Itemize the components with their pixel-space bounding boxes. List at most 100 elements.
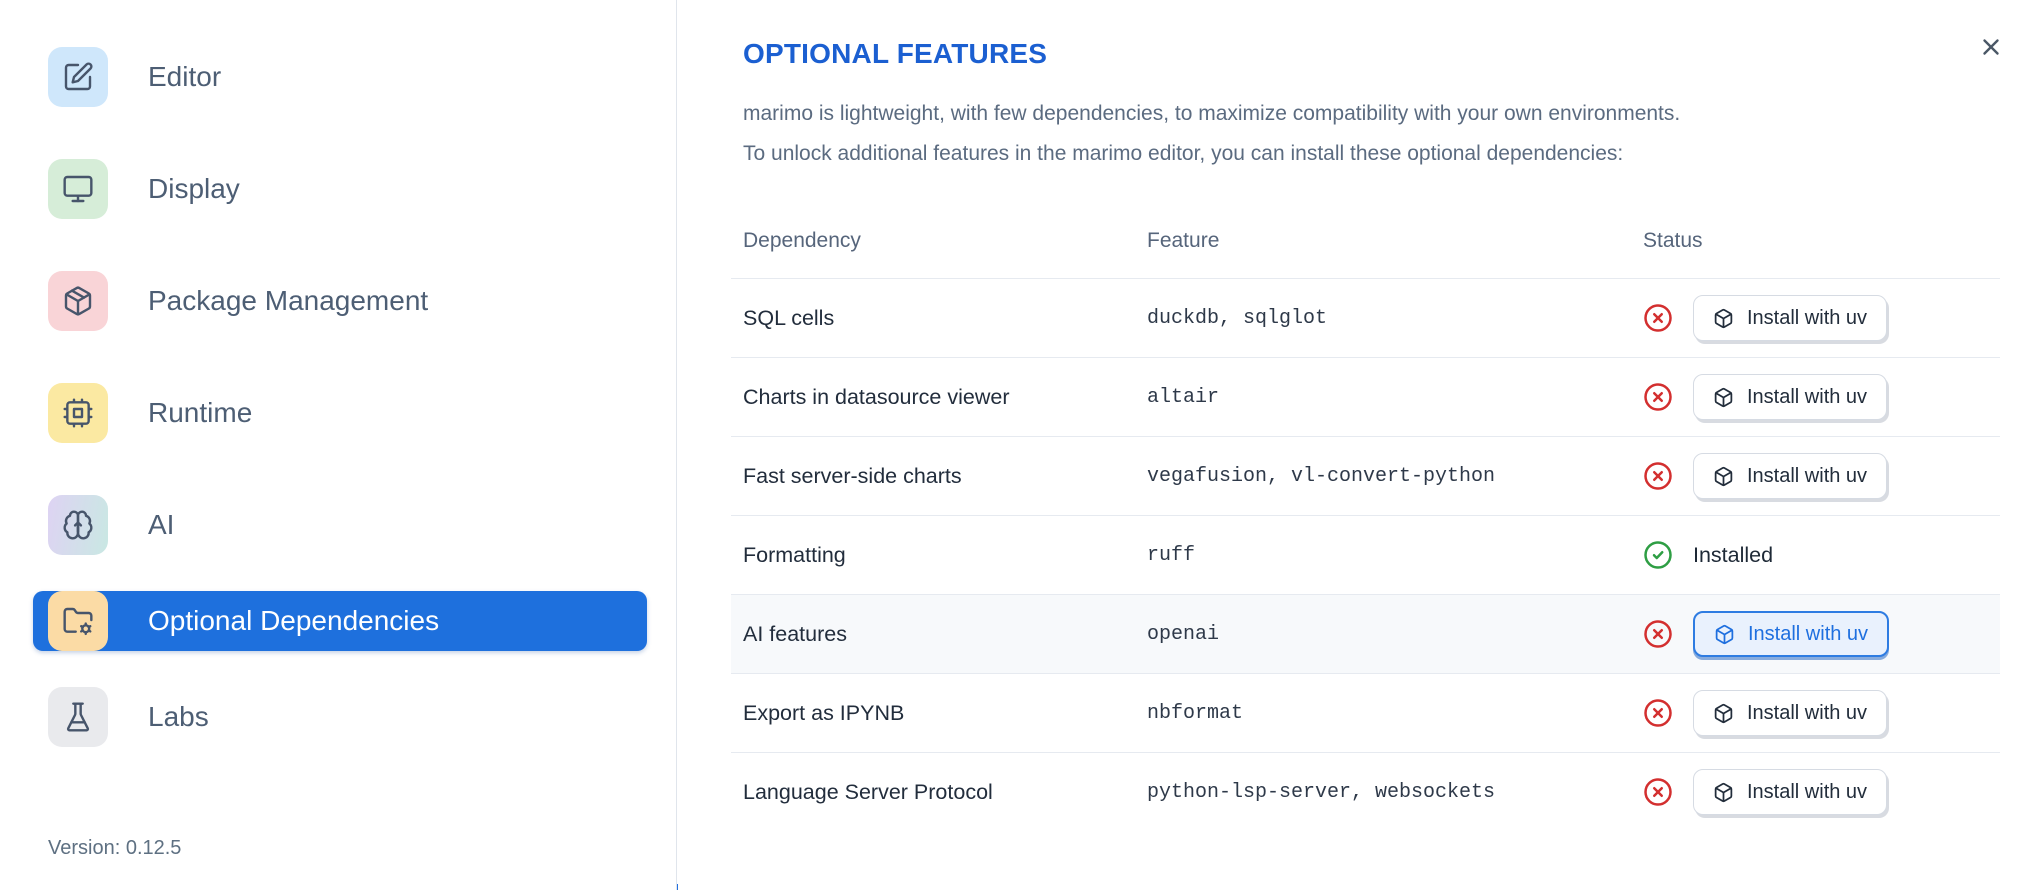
dependency-cell: Export as IPYNB (743, 700, 905, 725)
sidebar-item-editor[interactable]: Editor (33, 47, 647, 107)
brain-icon (63, 510, 93, 540)
box-icon (1714, 466, 1733, 486)
circle-x-icon (1644, 620, 1672, 648)
status-missing-icon (1643, 777, 1673, 807)
package-icon (64, 286, 92, 316)
settings-sidebar: Editor Display Package Management Runtim… (0, 0, 677, 890)
sidebar-item-label: Runtime (148, 397, 253, 428)
circle-check-icon (1644, 541, 1672, 569)
feature-cell: duckdb, sqlglot (1147, 306, 1328, 330)
header-dependency: Dependency (743, 229, 861, 252)
circle-x-icon (1644, 304, 1672, 332)
feature-cell: vegafusion, vl-convert-python (1147, 464, 1496, 488)
table-row: Fast server-side charts vegafusion, vl-c… (731, 436, 2000, 515)
sidebar-icon-tile (48, 271, 108, 331)
dependency-cell: Fast server-side charts (743, 463, 962, 488)
sidebar-item-optional-dependencies[interactable]: Optional Dependencies (33, 591, 647, 651)
dependency-cell: SQL cells (743, 305, 835, 330)
circle-x-icon (1644, 778, 1672, 806)
status-cell: Install with uv (1619, 295, 2000, 341)
sidebar-item-label: AI (148, 509, 175, 540)
sidebar-item-labs[interactable]: Labs (33, 687, 647, 747)
dependency-cell: Charts in datasource viewer (743, 384, 1010, 409)
status-cell: Install with uv (1619, 374, 2000, 420)
table-row: Formatting ruff Installed (731, 515, 2000, 594)
feature-cell: nbformat (1147, 701, 1244, 725)
box-icon (1715, 624, 1734, 644)
dependency-cell: Language Server Protocol (743, 779, 993, 804)
sidebar-icon-tile (48, 495, 108, 555)
status-missing-icon (1643, 382, 1673, 412)
install-with-uv-button[interactable]: Install with uv (1693, 295, 1888, 341)
dialog-title: OPTIONAL FEATURES (743, 38, 1048, 69)
feature-cell: python-lsp-server, websockets (1147, 780, 1496, 804)
install-with-uv-button[interactable]: Install with uv (1693, 690, 1888, 736)
dialog-description-line-2: To unlock additional features in the mar… (743, 142, 1624, 165)
flask-icon (66, 702, 90, 732)
table-row: Language Server Protocol python-lsp-serv… (731, 752, 2000, 831)
dependency-cell: AI features (743, 621, 847, 646)
sidebar-item-label: Optional Dependencies (148, 605, 440, 636)
dialog-description-line-1: marimo is lightweight, with few dependen… (743, 102, 1681, 125)
status-cell: Install with uv (1619, 690, 2000, 736)
install-with-uv-button[interactable]: Install with uv (1693, 611, 1890, 657)
box-icon (1714, 308, 1733, 328)
box-icon (1714, 387, 1733, 407)
installed-label: Installed (1693, 542, 1774, 567)
box-icon (1714, 703, 1733, 723)
feature-cell: openai (1147, 622, 1220, 646)
optional-deps-table: Dependency Feature Status SQL cells duck… (731, 204, 2000, 831)
dialog-description: marimo is lightweight, with few dependen… (743, 94, 2000, 174)
monitor-icon (63, 175, 93, 203)
sidebar-nav: Editor Display Package Management Runtim… (33, 47, 647, 799)
install-with-uv-button[interactable]: Install with uv (1693, 769, 1888, 815)
status-missing-icon (1643, 619, 1673, 649)
install-with-uv-button[interactable]: Install with uv (1693, 453, 1888, 499)
table-row: Export as IPYNB nbformat Install with uv (731, 673, 2000, 752)
box-icon (1713, 466, 1734, 487)
status-cell: Install with uv (1619, 769, 2000, 815)
feature-cell: altair (1147, 385, 1220, 409)
box-icon (1713, 782, 1734, 803)
sidebar-item-package-management[interactable]: Package Management (33, 271, 647, 331)
install-with-uv-button[interactable]: Install with uv (1693, 374, 1888, 420)
sidebar-item-display[interactable]: Display (33, 159, 647, 219)
status-missing-icon (1643, 461, 1673, 491)
header-feature: Feature (1147, 229, 1220, 252)
circle-x-icon (1644, 699, 1672, 727)
table-row: SQL cells duckdb, sqlglot Install with u… (731, 278, 2000, 357)
folder-cog-icon (63, 607, 93, 636)
sidebar-item-label: Editor (148, 61, 222, 92)
box-icon (1713, 703, 1734, 724)
close-button[interactable] (1974, 30, 2008, 64)
circle-x-icon (1644, 383, 1672, 411)
cpu-icon (63, 398, 93, 428)
box-icon (1714, 624, 1735, 645)
circle-x-icon (1644, 462, 1672, 490)
deps-table-body: SQL cells duckdb, sqlglot Install with u… (731, 278, 2000, 831)
box-icon (1713, 308, 1734, 329)
box-icon (1713, 387, 1734, 408)
sidebar-icon-tile (48, 383, 108, 443)
status-missing-icon (1643, 698, 1673, 728)
status-cell: Install with uv (1619, 611, 2000, 657)
sidebar-icon-tile (48, 687, 108, 747)
header-status: Status (1643, 229, 1703, 252)
sidebar-item-label: Labs (148, 701, 209, 732)
status-cell: Installed (1619, 540, 2000, 570)
settings-dialog-content: OPTIONAL FEATURES marimo is lightweight,… (678, 0, 2042, 890)
box-icon (1714, 782, 1733, 802)
status-missing-icon (1643, 303, 1673, 333)
sidebar-icon-tile (48, 47, 108, 107)
table-row: AI features openai Install with uv (731, 594, 2000, 673)
sidebar-item-label: Display (148, 173, 240, 204)
table-header-row: Dependency Feature Status (731, 204, 2000, 278)
sidebar-item-label: Package Management (148, 285, 429, 316)
version-label: Version: 0.12.5 (48, 837, 182, 859)
sidebar-icon-tile (48, 159, 108, 219)
feature-cell: ruff (1147, 543, 1196, 567)
sidebar-item-ai[interactable]: AI (33, 495, 647, 555)
sidebar-item-runtime[interactable]: Runtime (33, 383, 647, 443)
dependency-cell: Formatting (743, 542, 846, 567)
sidebar-icon-tile (48, 591, 108, 651)
